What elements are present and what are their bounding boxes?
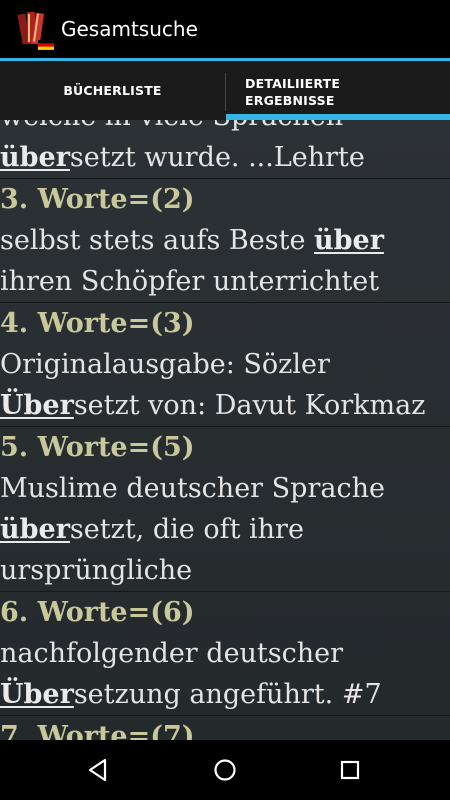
search-hit: über — [0, 142, 70, 173]
result-text: setzt, die oft ihre — [69, 514, 304, 545]
result-text: selbst stets aufs Beste — [0, 225, 315, 256]
action-bar: Gesamtsuche — [0, 0, 450, 58]
result-text-line: Übersetzt von: Davut Korkmaz — [0, 385, 450, 426]
tab-book-list[interactable]: BÜCHERLISTE — [0, 61, 225, 120]
result-text-line: Übersetzung angeführt. #7 — [0, 674, 450, 715]
system-navigation-bar — [0, 740, 450, 800]
result-text-line: Muslime deutscher Sprache — [0, 468, 450, 509]
german-flag-icon — [38, 40, 54, 50]
result-text-line: welche in viele Sprachen — [0, 120, 450, 137]
result-text: ursprüngliche — [0, 555, 193, 586]
result-text: Muslime deutscher Sprache — [0, 473, 385, 504]
result-title: 5. Worte=(5) — [0, 432, 195, 463]
tab-book-list-label: BÜCHERLISTE — [63, 83, 162, 98]
result-text: ihren Schöpfer unterrichtet — [0, 266, 380, 297]
result-text: setzt von: Davut Korkmaz — [73, 390, 426, 421]
result-text-line: übersetzt, die oft ihre — [0, 509, 450, 550]
result-entry-partial[interactable]: welche in viele Sprachen übersetzt wurde… — [0, 120, 450, 179]
result-text: nachfolgender deutscher — [0, 638, 344, 669]
result-text: welche in viele Sprachen — [0, 120, 343, 132]
result-text: Originalausgabe: Sözler — [0, 349, 330, 380]
result-text-line: ihren Schöpfer unterrichtet — [0, 261, 450, 302]
result-entry[interactable]: 5. Worte=(5) Muslime deutscher Sprache ü… — [0, 427, 450, 592]
result-entry[interactable]: 4. Worte=(3) Originalausgabe: Sözler Übe… — [0, 303, 450, 427]
result-text-line: selbst stets aufs Beste über — [0, 220, 450, 261]
result-text-line: übersetzt wurde. ...Lehrte — [0, 137, 450, 178]
back-triangle-icon[interactable] — [78, 750, 118, 790]
book-stack-icon[interactable] — [14, 8, 58, 52]
result-entry[interactable]: 7. Worte=(7) — [0, 716, 450, 740]
app-title: Gesamtsuche — [61, 17, 198, 41]
search-hit: über — [0, 514, 70, 545]
tab-detailed-results-label-line1: DETAILIIERTE — [245, 76, 341, 91]
search-hit: Über — [0, 679, 74, 710]
search-hit: über — [314, 225, 384, 256]
result-title: 6. Worte=(6) — [0, 597, 195, 628]
search-hit: Über — [0, 390, 74, 421]
result-text: setzung angeführt. #7 — [73, 679, 382, 710]
tab-bar: BÜCHERLISTE DETAILIIERTE ERGEBNISSE — [0, 58, 450, 120]
home-circle-icon[interactable] — [205, 750, 245, 790]
result-title: 3. Worte=(2) — [0, 184, 195, 215]
tab-detailed-results-label-line2: ERGEBNISSE — [245, 93, 335, 108]
result-entry[interactable]: 3. Worte=(2) selbst stets aufs Beste übe… — [0, 179, 450, 303]
result-text: setzt wurde. ...Lehrte — [69, 142, 365, 173]
result-entry[interactable]: 6. Worte=(6) nachfolgender deutscher Übe… — [0, 592, 450, 716]
result-title: 4. Worte=(3) — [0, 308, 195, 339]
result-text-line: ursprüngliche — [0, 550, 450, 591]
results-list[interactable]: welche in viele Sprachen übersetzt wurde… — [0, 120, 450, 740]
result-title: 7. Worte=(7) — [0, 721, 195, 740]
recent-square-icon[interactable] — [330, 750, 370, 790]
result-text-line: nachfolgender deutscher — [0, 633, 450, 674]
result-text-line: Originalausgabe: Sözler — [0, 344, 450, 385]
tab-detailed-results[interactable]: DETAILIIERTE ERGEBNISSE — [226, 61, 450, 120]
